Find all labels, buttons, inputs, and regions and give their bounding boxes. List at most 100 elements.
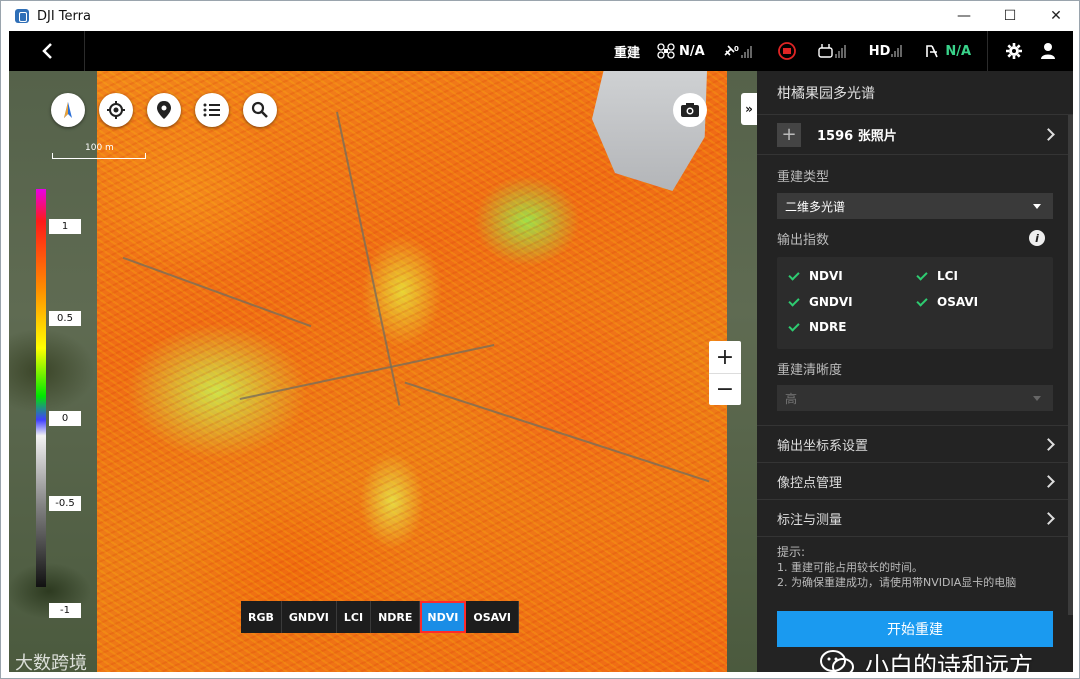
remote-controller-status (777, 41, 801, 61)
map-road (239, 343, 495, 401)
photo-count: 1596 张照片 (817, 129, 897, 144)
drone-status-value: N/A (679, 43, 705, 59)
back-button[interactable] (9, 31, 85, 71)
nav-row-annotation[interactable]: 标注与测量 (757, 499, 1073, 536)
maximize-button[interactable]: ☐ (987, 1, 1033, 31)
wechat-icon (820, 650, 854, 672)
satellite-signal-icon: 0 (724, 45, 752, 58)
output-index-list: NDVI LCI GNDVI OSAVI NDRE (777, 257, 1053, 349)
index-label-ndre: NDRE (809, 320, 847, 334)
tab-lci[interactable]: LCI (337, 601, 372, 633)
screenshot-button[interactable] (673, 93, 707, 127)
output-index-header: 输出指数 i (757, 219, 1073, 257)
app-content: 重建 N/A 0 HD N/A 100 m 1 0.5 0 -0.5 -1 » … (9, 31, 1073, 672)
map-view[interactable]: 100 m 1 0.5 0 -0.5 -1 » + − RGB GNDVI LC… (9, 71, 757, 672)
index-item-ndvi[interactable]: NDVI (788, 268, 843, 283)
rebuild-type-select[interactable]: 二维多光谱 (777, 193, 1053, 219)
locate-button[interactable] (99, 93, 133, 127)
photo-row[interactable]: + 1596 张照片 (757, 115, 1073, 155)
settings-panel: 柑橘果园多光谱 + 1596 张照片 重建类型 二维多光谱 输出指数 i NDV… (757, 71, 1073, 672)
start-rebuild-button[interactable]: 开始重建 (777, 611, 1053, 647)
list-icon (203, 103, 220, 117)
close-button[interactable]: ✕ (1033, 1, 1079, 31)
resolution-label: 重建清晰度 (777, 363, 843, 378)
add-photo-button[interactable]: + (777, 122, 801, 147)
tab-gndvi[interactable]: GNDVI (282, 601, 337, 633)
user-icon[interactable] (1040, 42, 1056, 60)
index-label-osavi: OSAVI (937, 295, 979, 309)
app-window: DJI Terra — ☐ ✕ 重建 N/A 0 HD N/A 100 m 1 … (0, 0, 1080, 679)
drone-status: N/A (657, 43, 705, 59)
index-item-ndre[interactable]: NDRE (788, 319, 847, 334)
index-item-lci[interactable]: LCI (916, 268, 958, 283)
legend-label-high: 0.5 (49, 311, 81, 326)
rebuild-type-label: 重建类型 (777, 170, 830, 185)
check-icon (788, 268, 800, 281)
map-no-data-area (592, 71, 707, 191)
scale-label: 100 m (85, 143, 114, 153)
compass-icon (64, 102, 72, 118)
rtk-icon (926, 45, 939, 58)
tab-rgb[interactable]: RGB (241, 601, 282, 633)
scale-bar (52, 153, 146, 159)
status-group: 重建 N/A 0 HD N/A (614, 31, 988, 71)
chevron-left-icon (41, 43, 52, 59)
nav-row-gcp-management[interactable]: 像控点管理 (757, 462, 1073, 499)
watermark-left: 大数跨境 (15, 649, 87, 672)
ndvi-map-layer (97, 71, 727, 672)
tab-osavi[interactable]: OSAVI (466, 601, 519, 633)
tab-ndvi[interactable]: NDVI (420, 601, 467, 633)
watermark-text: 小白的诗和远方 (865, 651, 1033, 673)
map-road (336, 111, 401, 406)
map-road (404, 381, 710, 483)
search-button[interactable] (243, 93, 277, 127)
caret-down-icon (1033, 204, 1041, 209)
zoom-in-button[interactable]: + (709, 341, 741, 373)
list-button[interactable] (195, 93, 229, 127)
panel-scrollbar[interactable] (1068, 115, 1073, 615)
hd-signal-icon (891, 45, 903, 57)
drone-icon (657, 43, 675, 59)
resolution-value: 高 (785, 391, 798, 406)
index-item-gndvi[interactable]: GNDVI (788, 294, 853, 309)
search-icon (251, 101, 268, 118)
legend-label-zero: 0 (49, 411, 81, 426)
rtk-status-value: N/A (945, 43, 972, 59)
check-icon (916, 268, 928, 281)
compass-button[interactable] (51, 93, 85, 127)
index-tab-bar: RGB GNDVI LCI NDRE NDVI OSAVI (241, 601, 519, 633)
crosshair-icon (107, 101, 125, 119)
tab-ndre[interactable]: NDRE (371, 601, 421, 633)
legend-label-low: -0.5 (49, 496, 81, 511)
index-label-ndvi: NDVI (809, 269, 843, 283)
tips-section: 提示: 1. 重建可能占用较长的时间。 2. 为确保重建成功，请使用带NVIDI… (757, 536, 1073, 590)
controller-signal-icon (818, 44, 846, 58)
nav-row-label: 输出坐标系设置 (777, 438, 869, 454)
camera-icon (681, 103, 699, 117)
index-label-lci: LCI (937, 269, 958, 283)
tips-line-2: 2. 为确保重建成功，请使用带NVIDIA显卡的电脑 (777, 576, 1017, 589)
info-icon[interactable]: i (1029, 230, 1045, 246)
nav-row-label: 标注与测量 (777, 512, 843, 528)
nav-row-coordinate-settings[interactable]: 输出坐标系设置 (757, 425, 1073, 462)
chevron-right-icon (1042, 474, 1055, 488)
minimize-button[interactable]: — (941, 1, 987, 31)
gear-icon[interactable] (1005, 42, 1023, 60)
rebuild-status[interactable]: 重建 (614, 42, 640, 61)
zoom-out-button[interactable]: − (709, 373, 741, 405)
collapse-panel-button[interactable]: » (741, 93, 757, 125)
map-road (122, 256, 312, 328)
output-index-label: 输出指数 (777, 232, 830, 248)
top-right-actions (987, 31, 1073, 71)
marker-button[interactable] (147, 93, 181, 127)
dji-terra-logo-icon (15, 9, 29, 23)
satellite-status: 0 (722, 43, 760, 59)
legend-label-min: -1 (49, 603, 81, 618)
resolution-select[interactable]: 高 (777, 385, 1053, 411)
check-icon (788, 294, 800, 307)
index-item-osavi[interactable]: OSAVI (916, 294, 979, 309)
rebuild-type-value: 二维多光谱 (785, 199, 846, 214)
rebuild-label: 重建 (614, 45, 641, 61)
top-bar: 重建 N/A 0 HD N/A (9, 31, 1073, 71)
ndvi-legend-bar (36, 189, 46, 587)
